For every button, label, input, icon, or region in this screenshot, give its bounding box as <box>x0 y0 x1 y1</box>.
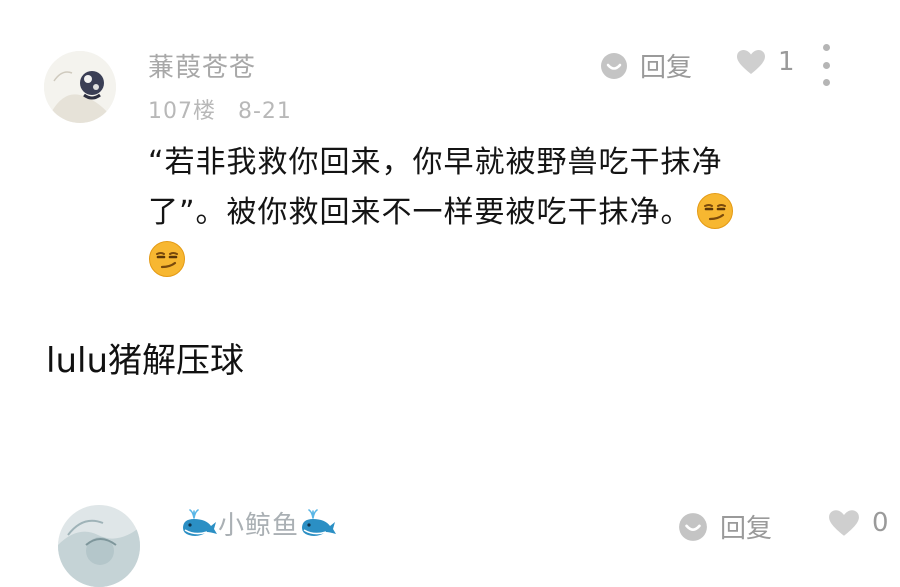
reply-button[interactable]: 回复 <box>600 47 692 84</box>
floor-number: 107楼 <box>148 99 216 124</box>
caption-text: lulu猪解压球 <box>46 341 244 381</box>
heart-icon <box>828 509 860 537</box>
username[interactable]: 蒹葭苍苍 <box>148 47 256 84</box>
reply-button[interactable]: 回复 <box>678 508 772 545</box>
comment-text: “若非我救你回来，你早就被野兽吃干抹净 了”。被你救回来不一样要被吃干抹净。 <box>148 140 838 284</box>
like-count: 0 <box>872 508 889 538</box>
avatar[interactable] <box>44 51 116 123</box>
reply-icon <box>678 512 708 542</box>
reply-label: 回复 <box>720 514 773 544</box>
comment-meta: 107楼 8-21 <box>148 93 292 125</box>
avatar[interactable] <box>58 505 140 587</box>
avatar-image <box>44 51 116 123</box>
avatar-image <box>58 505 140 587</box>
comment-text-line <box>148 238 838 284</box>
like-button[interactable]: 0 <box>828 508 889 538</box>
heart-icon <box>736 49 766 75</box>
username[interactable]: 小鲸鱼 <box>180 505 337 542</box>
comment-text-line: 了”。被你救回来不一样要被吃干抹净。 <box>148 190 838 236</box>
more-options-icon[interactable] <box>816 44 836 86</box>
like-button[interactable]: 1 <box>736 47 795 77</box>
whale-icon <box>299 508 337 538</box>
smirk-emoji-icon <box>148 240 186 278</box>
whale-icon <box>180 508 218 538</box>
comment-text-line: “若非我救你回来，你早就被野兽吃干抹净 <box>148 145 723 180</box>
reply-icon <box>600 52 628 80</box>
like-count: 1 <box>778 47 795 77</box>
reply-label: 回复 <box>640 53 693 83</box>
comment-date: 8-21 <box>238 99 292 124</box>
username-label: 小鲸鱼 <box>218 511 300 541</box>
smirk-emoji-icon <box>696 192 734 230</box>
